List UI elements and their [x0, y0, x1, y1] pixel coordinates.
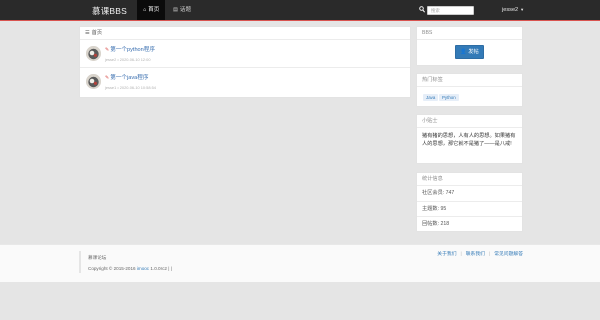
tips-panel: 小贴士 猪有猪的思想，人有人的思想。如果猪有人的思想，那它就不是猪了——是八戒!: [416, 114, 523, 164]
topic-list-title: 首页: [91, 30, 103, 36]
thumbtack-icon: ✎: [105, 47, 110, 53]
tag-python[interactable]: Python: [439, 94, 459, 101]
copyright-prefix: Copyright © 2015-2016: [88, 266, 137, 271]
stat-topics: 主题数: 95: [417, 202, 522, 217]
new-post-button[interactable]: 👤 发帖: [455, 45, 484, 59]
hot-tags-title: 热门标签: [417, 74, 522, 87]
user-icon: 👤: [460, 49, 467, 55]
topic-title-link[interactable]: ✎第一个python程序: [105, 45, 155, 53]
brand-logo[interactable]: 慕课BBS: [92, 5, 127, 17]
topic-title-text: 第一个java程序: [110, 75, 149, 81]
search-input[interactable]: [427, 6, 474, 15]
topic-row: ✎第一个python程序 jesse2 • 2020-06-10 12:00: [80, 40, 410, 68]
stat-members: 社区会员: 747: [417, 186, 522, 202]
caret-down-icon: ▼: [520, 7, 525, 12]
search-icon[interactable]: [419, 6, 425, 13]
user-dropdown[interactable]: jesse2 ▼: [502, 6, 524, 14]
footer-separator: |: [488, 252, 491, 257]
topic-meta: jesse1 • 2020-06-10 10:58:54: [105, 85, 156, 90]
top-navbar: 慕课BBS ⌂首页 ▤话题 jesse2▼: [0, 0, 600, 21]
footer-link-contact[interactable]: 联系我们: [466, 252, 485, 257]
bbs-panel: BBS 👤 发帖: [416, 26, 523, 66]
tips-text: 猪有猪的思想，人有人的思想。如果猪有人的思想，那它就不是猪了——是八戒!: [422, 133, 516, 147]
footer-separator: |: [460, 252, 462, 257]
thumbtack-icon: ✎: [105, 75, 110, 81]
topic-row: ✎第一个java程序 jesse1 • 2020-06-10 10:58:54: [80, 68, 410, 96]
avatar[interactable]: [86, 74, 101, 89]
nav-home[interactable]: ⌂ 首页: [137, 0, 166, 20]
footer-link-faq[interactable]: 常见问题解答: [494, 252, 523, 257]
footer-links: 关于我们 | 联系我们 | 常见问题解答: [437, 250, 523, 257]
footer-link-about[interactable]: 关于我们: [437, 252, 456, 257]
avatar[interactable]: [86, 46, 101, 61]
topic-meta: jesse2 • 2020-06-10 12:00: [105, 57, 151, 62]
imooc-link[interactable]: imooc: [137, 266, 149, 271]
hot-tags-panel: 热门标签 Java Python: [416, 73, 523, 107]
nav-topics[interactable]: ▤ 话题: [167, 0, 197, 20]
bbs-panel-title: BBS: [417, 27, 522, 40]
stats-panel: 统计信息 社区会员: 747 主题数: 95 回帖数: 218: [416, 172, 523, 232]
tag-java[interactable]: Java: [423, 94, 439, 101]
comments-icon: ▤: [173, 7, 178, 13]
topic-list-panel: ☰ 首页 ✎第一个python程序 jesse2 • 2020-06-10 12:…: [79, 26, 411, 98]
copyright-suffix: 1.0.0rc2 | |: [149, 266, 172, 271]
nav-home-label: 首页: [148, 7, 160, 13]
topic-title-text: 第一个python程序: [110, 47, 155, 53]
username-label: jesse2: [502, 7, 519, 13]
footer-site-name: 慕课论坛: [88, 255, 107, 260]
footer-copyright: Copyright © 2015-2016 imooc 1.0.0rc2 | |: [88, 266, 172, 271]
new-post-label: 发帖: [468, 49, 479, 55]
topic-list-heading: ☰ 首页: [80, 27, 410, 40]
home-icon: ⌂: [143, 7, 147, 13]
list-icon: ☰: [85, 30, 90, 36]
stats-title: 统计信息: [417, 173, 522, 186]
footer: 慕课论坛 Copyright © 2015-2016 imooc 1.0.0rc…: [0, 244, 600, 282]
nav-topics-label: 话题: [179, 7, 192, 13]
footer-divider: [79, 251, 81, 273]
tips-title: 小贴士: [417, 115, 522, 128]
topic-title-link[interactable]: ✎第一个java程序: [105, 73, 148, 81]
stat-replies: 回帖数: 218: [422, 221, 450, 227]
